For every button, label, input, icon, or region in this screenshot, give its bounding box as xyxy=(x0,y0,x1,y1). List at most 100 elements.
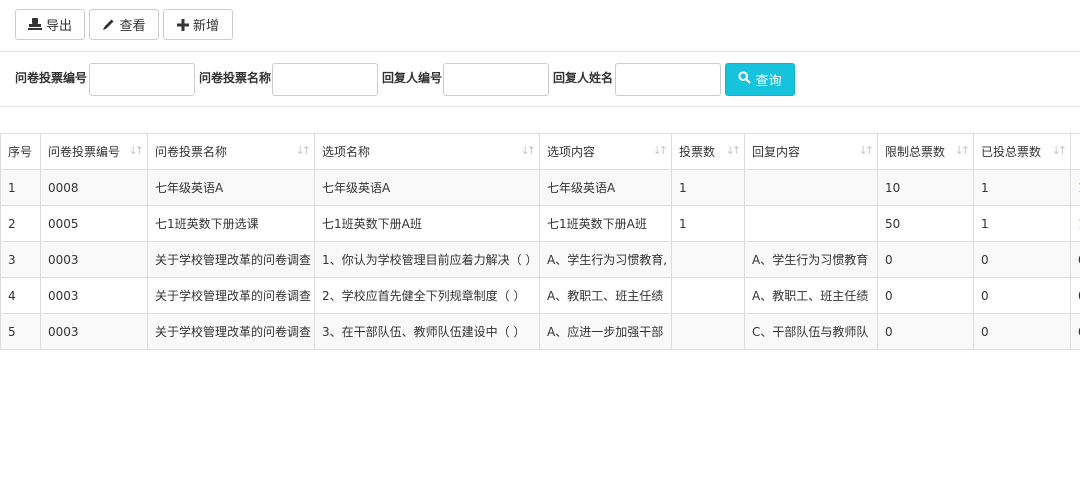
name-input[interactable] xyxy=(272,63,378,96)
table-cell: A、学生行为习惯教育, xyxy=(539,241,672,278)
table-cell: 5 xyxy=(0,313,41,350)
table-cell: 0 xyxy=(973,277,1071,314)
column-header-label: 回复内容 xyxy=(752,145,801,159)
table-cell: C、干部队伍与教师队 xyxy=(744,313,878,350)
table-cell: 50 xyxy=(877,205,974,242)
column-header[interactable]: 问卷投票名称 ↓↑ xyxy=(147,133,315,170)
table-body: 10008七年级英语A七年级英语A七年级英语A1101120005七1班英数下册… xyxy=(0,169,1080,350)
data-table: 序号 问卷投票编号 ↓↑ 问卷投票名称 ↓↑ 选项名称 ↓↑ 选项内容 ↓↑ 投票数 ↓↑ 回复内容 ↓… xyxy=(0,133,1080,350)
table-cell: A、应进一步加强干部 xyxy=(539,313,672,350)
export-button[interactable]: 导出 xyxy=(15,9,85,40)
pencil-icon xyxy=(102,18,115,31)
table-cell: 0003 xyxy=(40,241,148,278)
column-header[interactable] xyxy=(1070,133,1080,170)
replier-code-input[interactable] xyxy=(443,63,549,96)
column-header-label: 选项名称 xyxy=(322,145,371,159)
sort-icon[interactable]: ↓↑ xyxy=(653,144,669,157)
table-cell: 关于学校管理改革的问卷调查 xyxy=(147,241,315,278)
name-label: 问卷投票名称 xyxy=(199,71,272,85)
table-cell: A、教职工、班主任绩 xyxy=(539,277,672,314)
column-header-label: 问卷投票名称 xyxy=(155,145,228,159)
table-cell xyxy=(744,169,878,206)
column-header[interactable]: 选项内容 ↓↑ xyxy=(539,133,672,170)
table-header-row: 序号 问卷投票编号 ↓↑ 问卷投票名称 ↓↑ 选项名称 ↓↑ 选项内容 ↓↑ 投票数 ↓↑ 回复内容 ↓… xyxy=(0,133,1080,170)
table-cell: 七1班英数下册选课 xyxy=(147,205,315,242)
column-header[interactable]: 回复内容 ↓↑ xyxy=(744,133,878,170)
table-row[interactable]: 5 0003 关于学校管理改革的问卷调查 3、在干部队伍、教师队伍建设中（ ） A、应进… xyxy=(0,313,1080,350)
column-header-label: 序号 xyxy=(8,145,33,159)
column-header-label: 问卷投票编号 xyxy=(48,145,121,159)
column-header[interactable]: 选项名称 ↓↑ xyxy=(314,133,540,170)
table-cell: 关于学校管理改革的问卷调查 xyxy=(147,277,315,314)
query-button-label: 查询 xyxy=(755,74,782,89)
sort-icon[interactable]: ↓↑ xyxy=(955,144,971,157)
table-cell: 0 xyxy=(877,241,974,278)
table-cell xyxy=(671,277,745,314)
table-cell: 0 xyxy=(1070,241,1080,278)
table-cell: 七年级英语A xyxy=(539,169,672,206)
table-row[interactable]: 4 0003 关于学校管理改革的问卷调查 2、学校应首先健全下列规章制度（ ） A、教职… xyxy=(0,277,1080,314)
table-cell: 0 xyxy=(877,277,974,314)
table-cell: 1 xyxy=(0,169,41,206)
sort-icon[interactable]: ↓↑ xyxy=(129,144,145,157)
table-cell xyxy=(671,313,745,350)
table-cell: 10 xyxy=(877,169,974,206)
table-cell: 0 xyxy=(877,313,974,350)
table-cell: A、学生行为习惯教育 xyxy=(744,241,878,278)
column-header-label: 投票数 xyxy=(679,145,716,159)
column-header-label: 限制总票数 xyxy=(885,145,946,159)
table-cell: 1 xyxy=(1070,169,1080,206)
table-cell: 七1班英数下册A班 xyxy=(539,205,672,242)
table-cell: 七1班英数下册A班 xyxy=(314,205,540,242)
column-header[interactable]: 投票数 ↓↑ xyxy=(671,133,745,170)
sort-icon[interactable]: ↓↑ xyxy=(296,144,312,157)
table-cell: 1 xyxy=(671,205,745,242)
sort-icon[interactable]: ↓↑ xyxy=(1052,144,1068,157)
table-cell: 0008 xyxy=(40,169,148,206)
plus-icon xyxy=(176,18,189,31)
table-cell: 0003 xyxy=(40,313,148,350)
view-button[interactable]: 查看 xyxy=(89,9,159,40)
code-input[interactable] xyxy=(89,63,195,96)
add-button[interactable]: 新增 xyxy=(163,9,233,40)
view-button-label: 查看 xyxy=(119,19,146,34)
table-cell: 3、在干部队伍、教师队伍建设中（ ） xyxy=(314,313,540,350)
column-header[interactable]: 限制总票数 ↓↑ xyxy=(877,133,974,170)
table-row[interactable]: 20005七1班英数下册选课七1班英数下册A班七1班英数下册A班15011 xyxy=(0,205,1080,242)
export-button-label: 导出 xyxy=(45,19,72,34)
table-row[interactable]: 3 0003 关于学校管理改革的问卷调查 1、你认为学校管理目前应着力解决（ ） A、学… xyxy=(0,241,1080,278)
code-label: 问卷投票编号 xyxy=(15,71,88,85)
add-button-label: 新增 xyxy=(192,19,219,34)
table-cell: 0 xyxy=(1070,313,1080,350)
query-button[interactable]: 查询 xyxy=(725,63,795,96)
table-cell: 1 xyxy=(973,169,1071,206)
table-cell xyxy=(744,205,878,242)
replier-name-label: 回复人姓名 xyxy=(553,71,614,85)
search-icon xyxy=(738,71,752,88)
table-cell: 0 xyxy=(1070,277,1080,314)
sort-icon[interactable]: ↓↑ xyxy=(726,144,742,157)
table-cell: 4 xyxy=(0,277,41,314)
table-cell: 0003 xyxy=(40,277,148,314)
column-header[interactable]: 问卷投票编号 ↓↑ xyxy=(40,133,148,170)
toolbar: 导出 查看 新增 xyxy=(0,0,1080,52)
sort-icon[interactable]: ↓↑ xyxy=(859,144,875,157)
data-table-container: 序号 问卷投票编号 ↓↑ 问卷投票名称 ↓↑ 选项名称 ↓↑ 选项内容 ↓↑ 投票数 ↓↑ 回复内容 ↓… xyxy=(0,133,1080,350)
column-header[interactable]: 已投总票数 ↓↑ xyxy=(973,133,1071,170)
table-cell: 0 xyxy=(973,313,1071,350)
table-cell: 七年级英语A xyxy=(147,169,315,206)
column-header-label: 已投总票数 xyxy=(981,145,1042,159)
table-cell: 0005 xyxy=(40,205,148,242)
replier-name-input[interactable] xyxy=(615,63,721,96)
table-cell: 3 xyxy=(0,241,41,278)
column-header[interactable]: 序号 xyxy=(0,133,41,170)
stamp-icon xyxy=(27,18,42,31)
table-row[interactable]: 10008七年级英语A七年级英语A七年级英语A11011 xyxy=(0,169,1080,206)
table-cell: A、教职工、班主任绩 xyxy=(744,277,878,314)
table-cell: 1 xyxy=(671,169,745,206)
table-cell: 0 xyxy=(973,241,1071,278)
sort-icon[interactable]: ↓↑ xyxy=(521,144,537,157)
table-cell: 1 xyxy=(973,205,1071,242)
table-cell: 七年级英语A xyxy=(314,169,540,206)
column-header-label: 选项内容 xyxy=(547,145,596,159)
